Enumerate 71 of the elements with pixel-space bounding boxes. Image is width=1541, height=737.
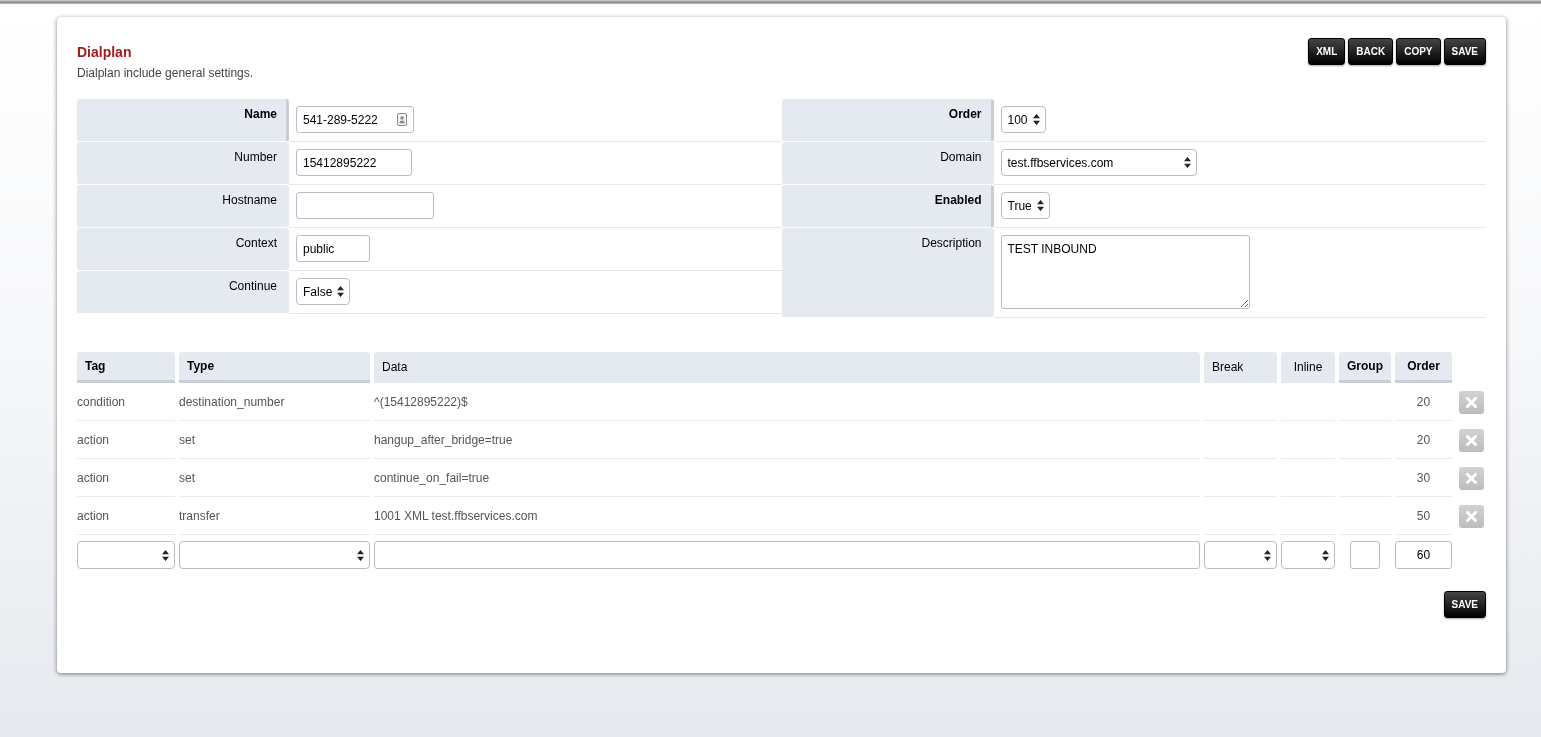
column-header: Group: [1339, 352, 1391, 383]
field-label: Domain: [781, 142, 994, 185]
field-label: Enabled: [781, 185, 994, 228]
select-field[interactable]: [1281, 541, 1335, 569]
table-cell: condition: [77, 383, 175, 421]
table-cell: action: [77, 421, 175, 459]
field-label: Description: [781, 228, 994, 318]
field-label: Context: [77, 228, 289, 271]
toolbar-button[interactable]: BACK: [1348, 38, 1394, 65]
updown-arrows-icon: [1322, 549, 1329, 561]
select-field[interactable]: True: [1000, 192, 1050, 219]
column-header: Type: [179, 352, 370, 383]
updown-arrows-icon: [357, 549, 364, 561]
updown-arrows-icon: [1183, 157, 1191, 168]
table-cell: transfer: [179, 497, 370, 535]
table-cell: 50: [1395, 497, 1452, 535]
text-field[interactable]: 15412895222: [296, 149, 412, 176]
field-label: Continue: [77, 271, 289, 314]
text-field[interactable]: 60: [1395, 541, 1452, 569]
text-field[interactable]: 541-289-5222: [296, 106, 414, 133]
page-title: Dialplan: [77, 44, 133, 60]
toolbar-button[interactable]: COPY: [1396, 38, 1441, 65]
save-button[interactable]: SAVE: [1443, 591, 1486, 618]
page-description: Dialplan include general settings.: [77, 66, 254, 80]
delete-button[interactable]: [1458, 390, 1484, 414]
column-header: Inline: [1281, 352, 1335, 383]
toolbar-button[interactable]: SAVE: [1443, 38, 1486, 65]
select-field[interactable]: [1204, 541, 1277, 569]
close-icon: [1465, 434, 1477, 446]
column-header: Data: [374, 352, 1200, 383]
column-header: Break: [1204, 352, 1277, 383]
table-cell: ^(15412895222)$: [374, 383, 1200, 421]
field-label: Number: [77, 142, 289, 185]
updown-arrows-icon: [1264, 549, 1271, 561]
text-field[interactable]: [374, 541, 1200, 569]
delete-button[interactable]: [1458, 428, 1484, 452]
close-icon: [1465, 472, 1477, 484]
table-cell: 20: [1395, 421, 1452, 459]
text-field[interactable]: [1350, 541, 1380, 569]
table-cell: set: [179, 459, 370, 497]
table-cell: action: [77, 459, 175, 497]
table-cell: destination_number: [179, 383, 370, 421]
toolbar-button[interactable]: XML: [1308, 38, 1346, 65]
textarea-field[interactable]: TEST INBOUND: [1000, 235, 1250, 309]
field-label: Name: [77, 99, 289, 142]
table-cell: 1001 XML test.ffbservices.com: [374, 497, 1200, 535]
delete-button[interactable]: [1458, 466, 1484, 490]
delete-button[interactable]: [1458, 504, 1484, 528]
updown-arrows-icon: [1032, 114, 1040, 125]
column-header: Tag: [77, 352, 175, 383]
select-field[interactable]: 100: [1000, 106, 1046, 133]
table-cell: continue_on_fail=true: [374, 459, 1200, 497]
table-cell: 30: [1395, 459, 1452, 497]
close-icon: [1465, 396, 1477, 408]
field-label: Order: [781, 99, 994, 142]
text-field[interactable]: [296, 192, 434, 219]
select-field[interactable]: [179, 541, 370, 569]
updown-arrows-icon: [162, 549, 169, 561]
select-field[interactable]: False: [296, 278, 351, 305]
column-header: Order: [1395, 352, 1452, 383]
select-field[interactable]: test.ffbservices.com: [1000, 149, 1197, 176]
updown-arrows-icon: [1036, 200, 1044, 211]
updown-arrows-icon: [337, 286, 345, 297]
table-cell: hangup_after_bridge=true: [374, 421, 1200, 459]
table-cell: set: [179, 421, 370, 459]
table-cell: action: [77, 497, 175, 535]
select-field[interactable]: [77, 541, 175, 569]
close-icon: [1465, 510, 1477, 522]
table-cell: 20: [1395, 383, 1452, 421]
field-label: Hostname: [77, 185, 289, 228]
text-field[interactable]: public: [296, 235, 370, 262]
